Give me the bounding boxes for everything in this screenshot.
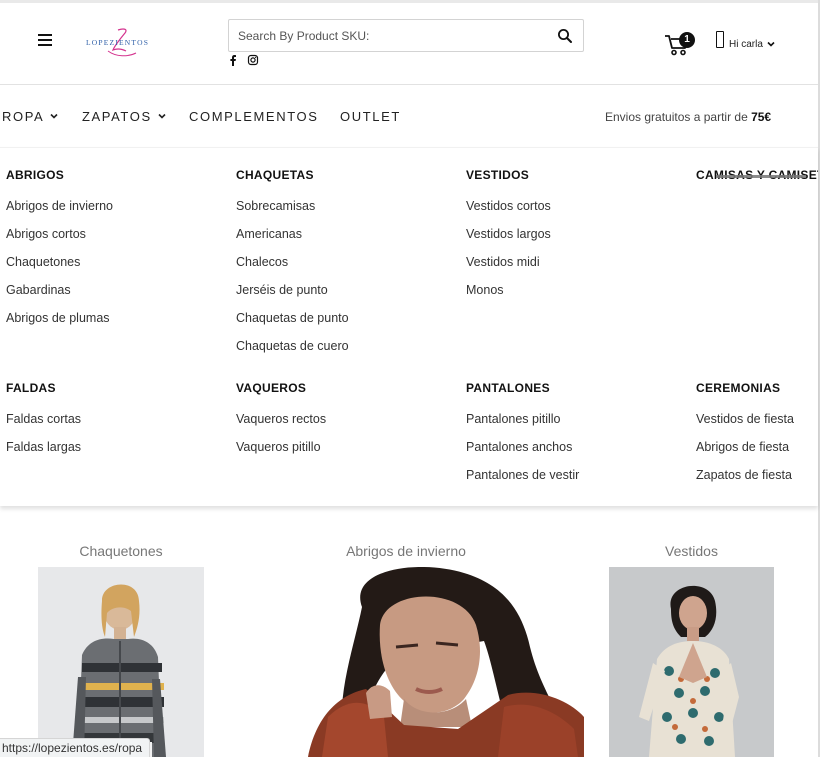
menu-link[interactable]: Vestidos midi (466, 255, 551, 269)
search-box (228, 19, 584, 52)
abrigos-photo[interactable] (308, 567, 584, 757)
user-menu-label[interactable]: Hi carla (729, 39, 763, 50)
tile-label-abrigos-de-invierno[interactable]: Abrigos de invierno (300, 543, 512, 559)
menu-link[interactable]: Chaquetas de punto (236, 311, 349, 325)
menu-link[interactable]: Abrigos de fiesta (696, 440, 794, 454)
menu-link[interactable]: Jerséis de punto (236, 283, 349, 297)
menu-column-title[interactable]: VAQUEROS (236, 381, 326, 395)
shipping-text: Envios gratuitos a partir de (605, 110, 752, 124)
menu-column-abrigos: ABRIGOS Abrigos de invierno Abrigos cort… (6, 168, 113, 325)
logo-wordmark: LOPEZIENTOS (86, 38, 149, 47)
nav-item-ropa[interactable]: ROPA (2, 109, 58, 124)
menu-link[interactable]: Chaquetas de cuero (236, 339, 349, 353)
main-navigation: ROPA ZAPATOS COMPLEMENTOS OUTLET Envios … (0, 85, 818, 147)
menu-column-title[interactable]: VESTIDOS (466, 168, 551, 182)
tile-label-chaquetones[interactable]: Chaquetones (38, 543, 204, 559)
menu-link[interactable]: Gabardinas (6, 283, 113, 297)
menu-column-title[interactable]: FALDAS (6, 381, 81, 395)
menu-column-pantalones: PANTALONES Pantalones pitillo Pantalones… (466, 381, 579, 482)
menu-column-title[interactable]: CHAQUETAS (236, 168, 349, 182)
vestidos-photo[interactable] (609, 567, 774, 757)
menu-column-vestidos: VESTIDOS Vestidos cortos Vestidos largos… (466, 168, 551, 297)
cart-count-badge: 1 (679, 32, 695, 48)
menu-column-title[interactable]: PANTALONES (466, 381, 579, 395)
menu-link[interactable]: Pantalones pitillo (466, 412, 579, 426)
menu-column-title[interactable]: ABRIGOS (6, 168, 113, 182)
nav-label: ZAPATOS (82, 109, 152, 124)
menu-link[interactable]: Pantalones anchos (466, 440, 579, 454)
facebook-icon[interactable] (227, 54, 239, 66)
tile-label-vestidos[interactable]: Vestidos (609, 543, 774, 559)
search-input[interactable] (229, 20, 549, 51)
menu-link[interactable]: Monos (466, 283, 551, 297)
menu-column-ceremonias: CEREMONIAS Vestidos de fiesta Abrigos de… (696, 381, 794, 482)
menu-link[interactable]: Vestidos cortos (466, 199, 551, 213)
menu-link[interactable]: Pantalones de vestir (466, 468, 579, 482)
browser-status-url: https://lopezientos.es/ropa (0, 738, 151, 757)
nav-item-outlet[interactable]: OUTLET (340, 109, 401, 124)
menu-link[interactable]: Chalecos (236, 255, 349, 269)
model-in-plaid-coat-image (38, 567, 204, 757)
nav-label: ROPA (2, 109, 45, 124)
menu-column-camisas: CAMISAS Y CAMISETA (696, 168, 818, 182)
nav-item-zapatos[interactable]: ZAPATOS (82, 109, 166, 124)
menu-link[interactable]: Americanas (236, 227, 349, 241)
menu-link[interactable]: Faldas cortas (6, 412, 81, 426)
menu-column-title[interactable]: CEREMONIAS (696, 381, 794, 395)
chaquetones-photo[interactable] (38, 567, 204, 757)
menu-link[interactable]: Abrigos cortos (6, 227, 113, 241)
nav-label: COMPLEMENTOS (189, 109, 319, 124)
nav-item-complementos[interactable]: COMPLEMENTOS (189, 109, 318, 124)
menu-link[interactable]: Vaqueros pitillo (236, 440, 326, 454)
free-shipping-note: Envios gratuitos a partir de 75€ (605, 110, 771, 124)
menu-link[interactable]: Chaquetones (6, 255, 113, 269)
model-in-teddy-coat-image (308, 567, 584, 757)
mega-menu-ropa: ABRIGOS Abrigos de invierno Abrigos cort… (0, 147, 818, 506)
logo-mark: LOPEZIENTOS (86, 28, 149, 57)
menu-link[interactable]: Faldas largas (6, 440, 81, 454)
menu-column-vaqueros: VAQUEROS Vaqueros rectos Vaqueros pitill… (236, 381, 326, 454)
menu-link[interactable]: Zapatos de fiesta (696, 468, 794, 482)
menu-column-chaquetas: CHAQUETAS Sobrecamisas Americanas Chalec… (236, 168, 349, 353)
menu-icon[interactable] (38, 34, 52, 46)
model-in-printed-dress-image (609, 567, 774, 757)
menu-link[interactable]: Abrigos de invierno (6, 199, 113, 213)
menu-link[interactable]: Abrigos de plumas (6, 311, 113, 325)
menu-column-faldas: FALDAS Faldas cortas Faldas largas (6, 381, 81, 454)
user-icon[interactable] (716, 31, 724, 48)
chevron-down-icon (50, 113, 58, 119)
menu-link[interactable]: Vaqueros rectos (236, 412, 326, 426)
search-icon[interactable] (557, 28, 573, 44)
chevron-down-icon (158, 113, 166, 119)
chevron-down-icon[interactable] (767, 40, 775, 48)
hover-underline (716, 175, 806, 178)
instagram-icon[interactable] (247, 54, 259, 66)
site-header: LOPEZIENTOS 1 Hi carla (0, 3, 818, 85)
site-logo[interactable]: LOPEZIENTOS (84, 26, 158, 60)
menu-link[interactable]: Vestidos largos (466, 227, 551, 241)
menu-link[interactable]: Sobrecamisas (236, 199, 349, 213)
shipping-amount: 75€ (751, 110, 772, 124)
nav-label: OUTLET (340, 109, 401, 124)
menu-link[interactable]: Vestidos de fiesta (696, 412, 794, 426)
